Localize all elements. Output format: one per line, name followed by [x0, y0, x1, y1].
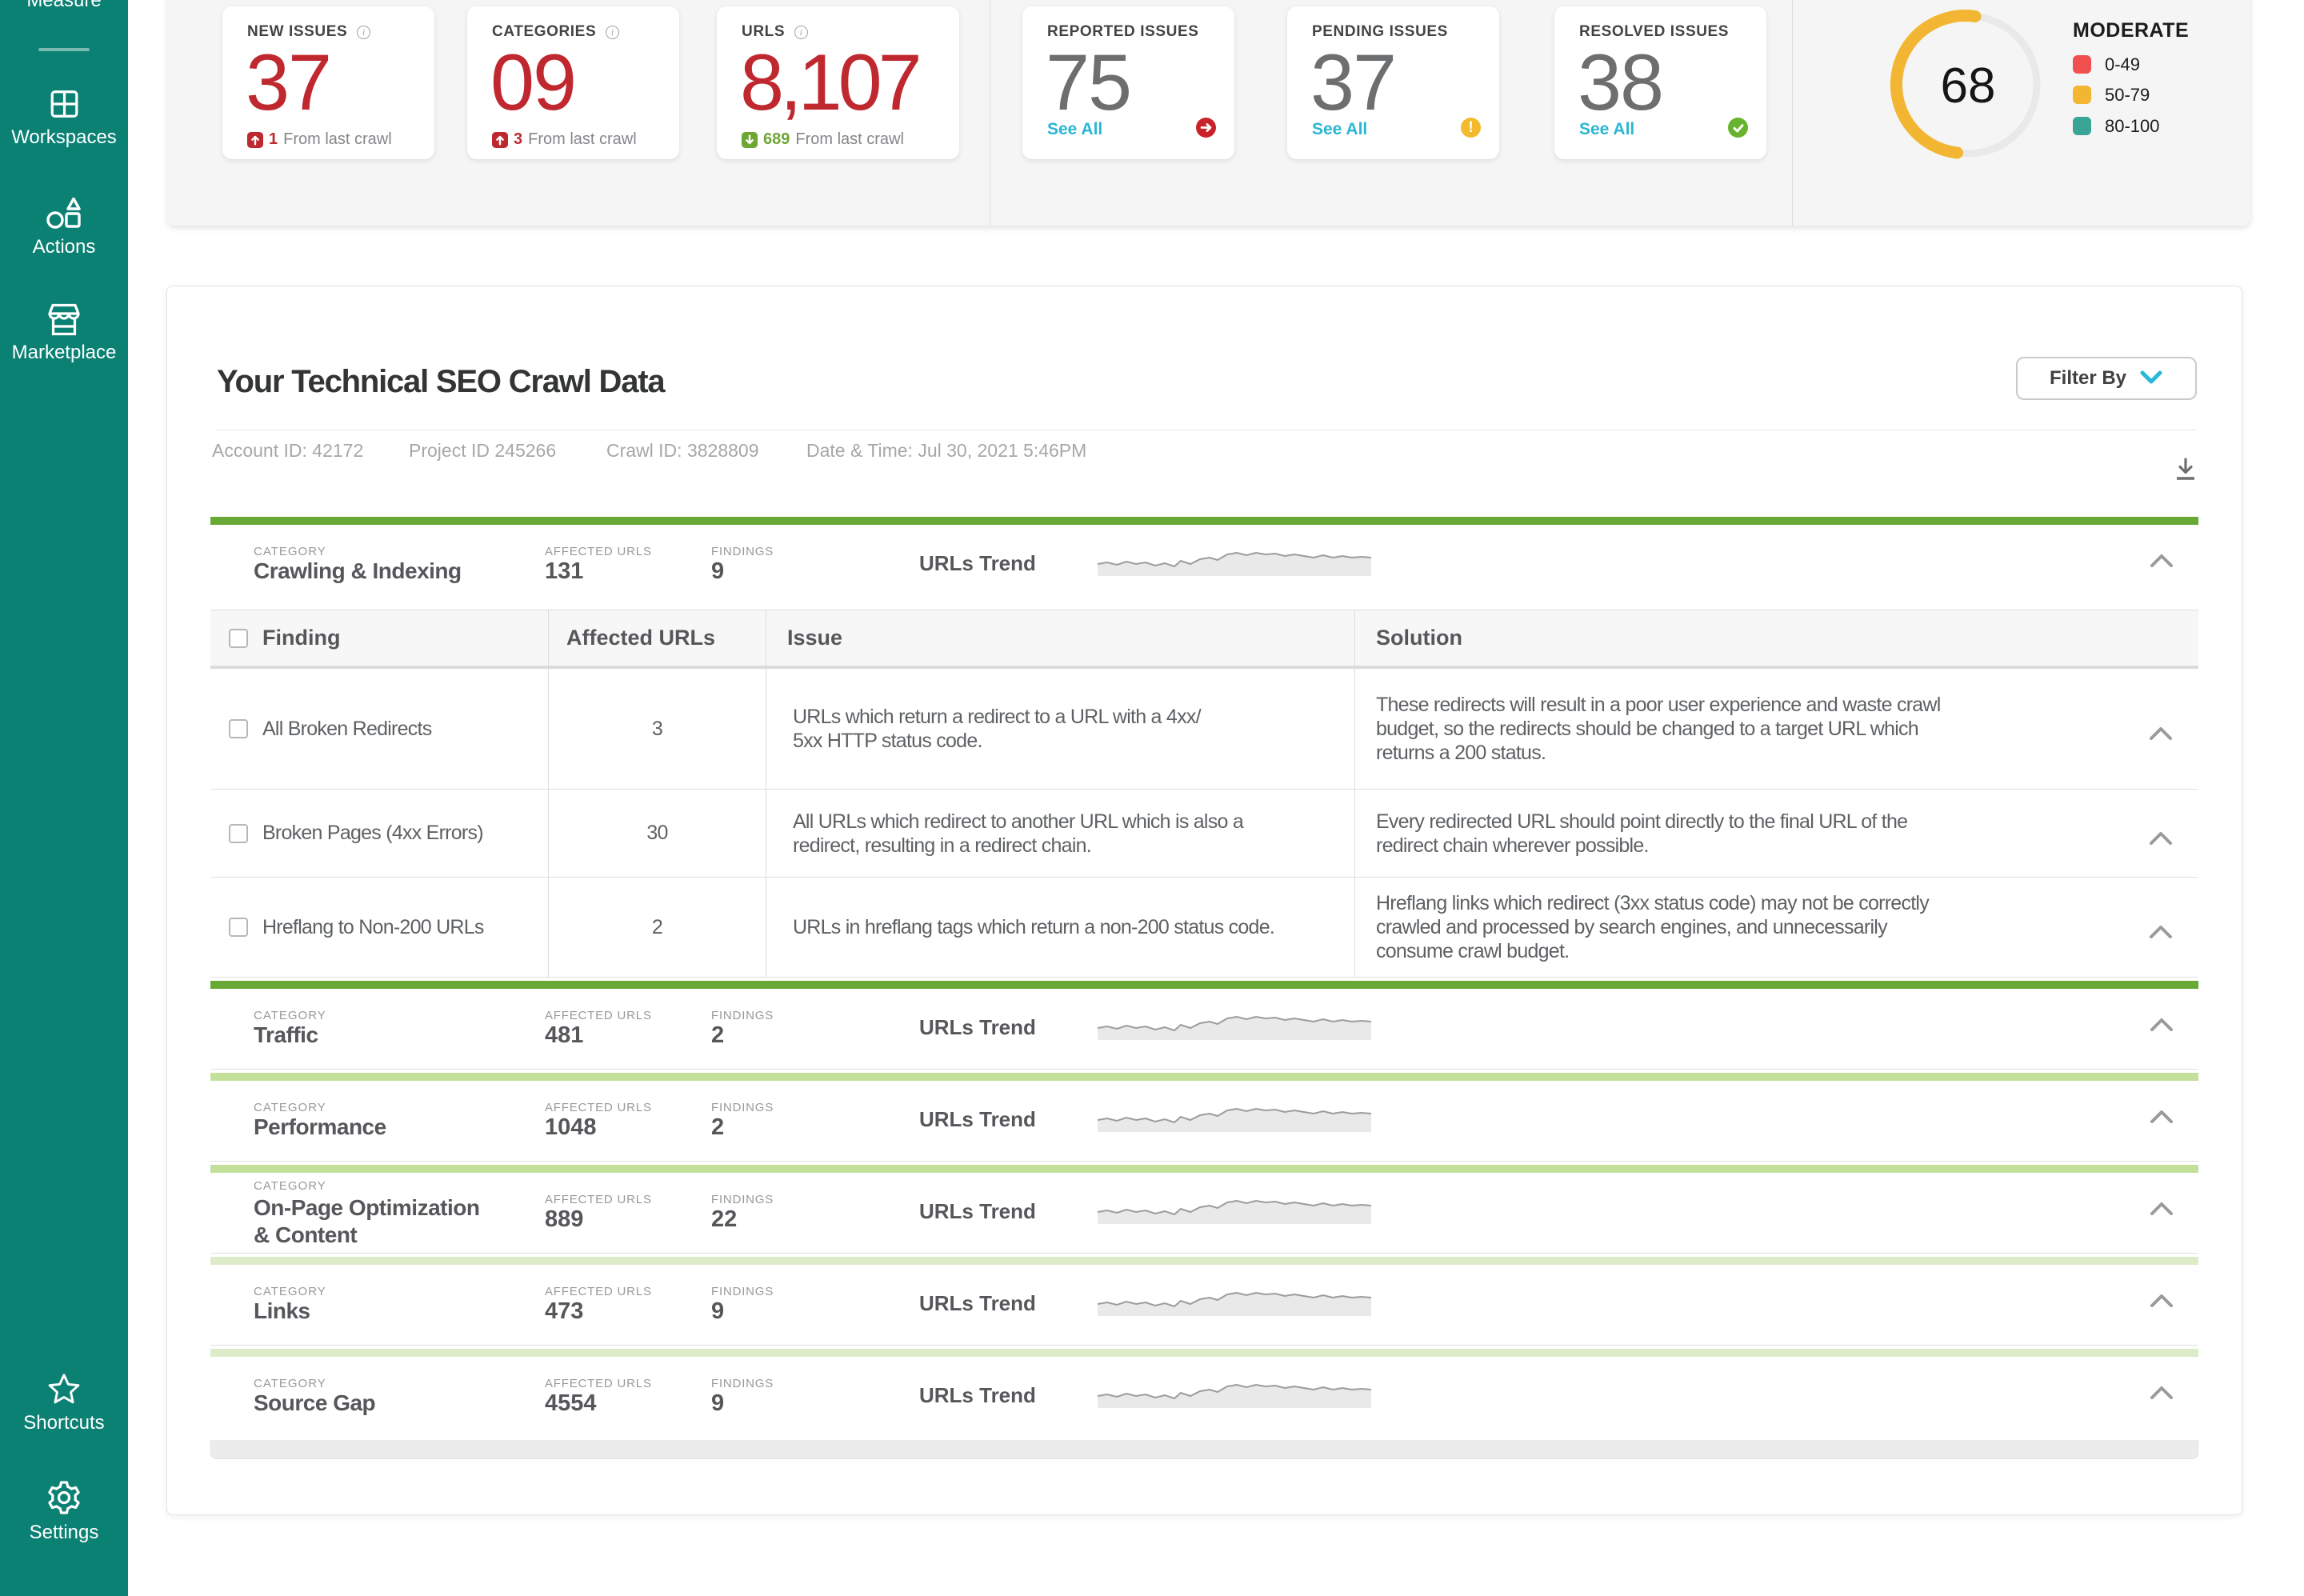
svg-text:68: 68 [1941, 58, 1996, 114]
